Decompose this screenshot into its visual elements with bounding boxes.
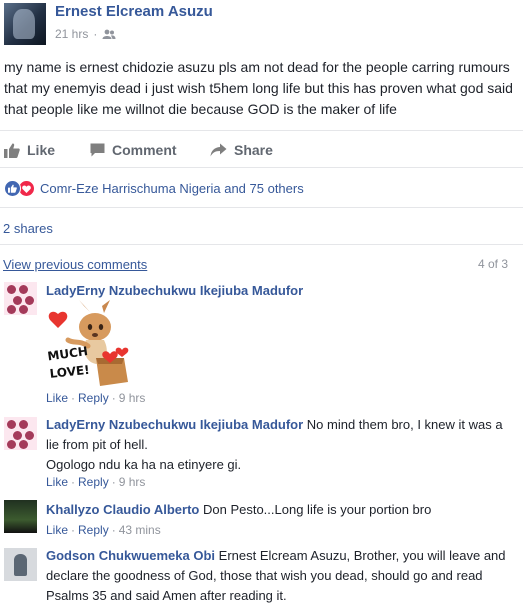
reactions-text[interactable]: Comr-Eze Harrischuma Nigeria and 75 othe… (40, 181, 304, 196)
comment-like-link[interactable]: Like (46, 475, 68, 489)
commenter-avatar[interactable] (4, 548, 37, 581)
share-button[interactable]: Share (210, 142, 273, 158)
comment-4: Godson Chukwuemeka Obi Ernest Elcream As… (46, 546, 516, 605)
divider (0, 207, 523, 208)
much-love-sticker: MUCH LOVE! (47, 300, 129, 386)
divider (0, 244, 523, 245)
comment-time[interactable]: 9 hrs (119, 475, 146, 489)
comment-1-actions: Like · Reply · 9 hrs (46, 391, 146, 405)
reactions-summary[interactable]: Comr-Eze Harrischuma Nigeria and 75 othe… (4, 180, 304, 197)
divider (0, 130, 523, 131)
comment-author[interactable]: LadyErny Nzubechukwu Ikejiuba Madufor (46, 283, 303, 298)
commenter-avatar[interactable] (4, 282, 37, 315)
author-avatar[interactable] (4, 3, 46, 45)
shares-count[interactable]: 2 shares (3, 221, 53, 236)
commenter-avatar[interactable] (4, 500, 37, 533)
post-meta: 21 hrs · (55, 27, 116, 41)
comment-label: Comment (112, 142, 177, 158)
post-body: my name is ernest chidozie asuzu pls am … (4, 59, 513, 117)
comment-3-actions: Like · Reply · 43 mins (46, 523, 161, 537)
post-time[interactable]: 21 hrs (55, 27, 88, 41)
comment-text-line2: Ogologo ndu ka ha na etinyere gi. (46, 457, 242, 472)
comment-reply-link[interactable]: Reply (78, 391, 109, 405)
comment-author[interactable]: LadyErny Nzubechukwu Ikejiuba Madufor (46, 417, 303, 432)
comment-like-link[interactable]: Like (46, 391, 68, 405)
comment-icon (90, 143, 105, 157)
comment-2: LadyErny Nzubechukwu Ikejiuba Madufor No… (46, 415, 516, 475)
post-author[interactable]: Ernest Elcream Asuzu (55, 3, 213, 20)
commenter-avatar[interactable] (4, 417, 37, 450)
view-previous-comments-link[interactable]: View previous comments (3, 257, 147, 272)
like-reaction-icon (4, 180, 21, 197)
comment-3: Khallyzo Claudio Alberto Don Pesto...Lon… (46, 500, 516, 520)
comments-count: 4 of 3 (477, 257, 508, 271)
like-button[interactable]: Like (4, 142, 55, 158)
comment-reply-link[interactable]: Reply (78, 523, 109, 537)
comment-like-link[interactable]: Like (46, 523, 68, 537)
comment-reply-link[interactable]: Reply (78, 475, 109, 489)
sticker-text: MUCH (47, 344, 89, 364)
friends-icon (102, 29, 116, 39)
thumbs-up-icon (4, 143, 20, 158)
comment-time[interactable]: 43 mins (119, 523, 161, 537)
comment-time[interactable]: 9 hrs (119, 391, 146, 405)
comment-1: LadyErny Nzubechukwu Ikejiuba Madufor (46, 281, 516, 301)
divider (0, 167, 523, 168)
svg-text:LOVE!: LOVE! (49, 363, 90, 381)
comment-author[interactable]: Khallyzo Claudio Alberto (46, 502, 199, 517)
comment-author[interactable]: Godson Chukwuemeka Obi (46, 548, 215, 563)
share-label: Share (234, 142, 273, 158)
share-arrow-icon (210, 143, 227, 157)
comment-text: Don Pesto...Long life is your portion br… (202, 502, 432, 517)
comment-button[interactable]: Comment (90, 142, 177, 158)
like-label: Like (27, 142, 56, 158)
comment-2-actions: Like · Reply · 9 hrs (46, 475, 146, 489)
